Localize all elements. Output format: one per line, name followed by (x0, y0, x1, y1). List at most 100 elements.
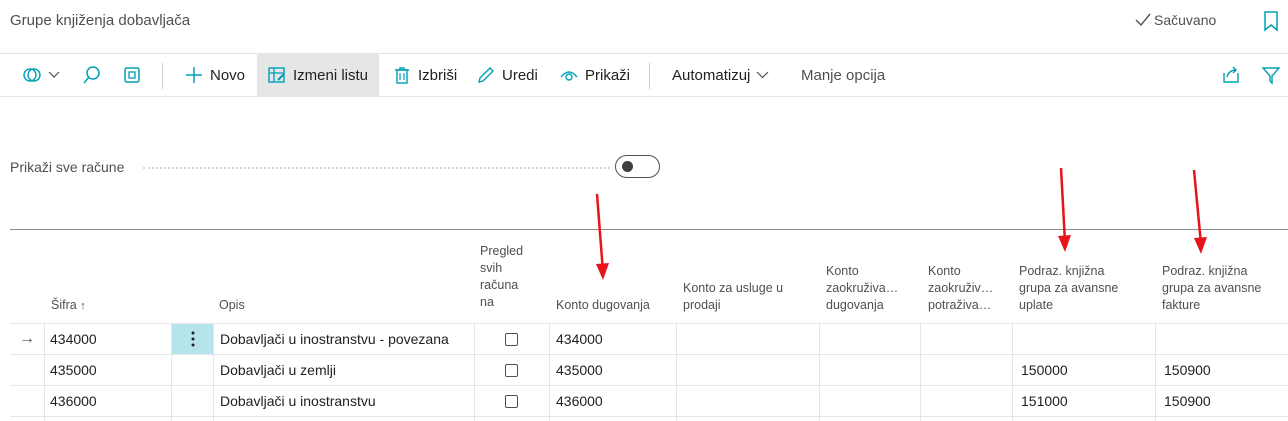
section-divider (10, 229, 1288, 230)
sort-ascending-icon: ↑ (80, 300, 86, 312)
cell-description[interactable]: Dobavljači u inostranstvu (220, 393, 376, 409)
cell-description[interactable]: Dobavljači u zemlji (220, 362, 336, 378)
chevron-down-icon (756, 71, 769, 79)
col-header-rounding-debit[interactable]: Konto zaokruživa… dugovanja (826, 263, 898, 314)
grid-line (10, 385, 1288, 386)
open-in-window-button[interactable] (122, 54, 142, 96)
col-header-view-all-line: računa (480, 278, 519, 292)
share-icon (1223, 66, 1239, 83)
edit-button[interactable]: Uredi (476, 54, 538, 96)
grid-line (1155, 324, 1156, 421)
col-header-prepay-invoice-line: grupa za avansne (1162, 281, 1262, 295)
checkmark-icon (1135, 13, 1151, 27)
people-switch-icon (23, 68, 41, 82)
col-header-view-all-line: Pregled (480, 244, 524, 258)
fewer-options-button[interactable]: Manje opcija (801, 54, 885, 96)
cell-prepay-payment[interactable]: 151000 (1021, 393, 1068, 409)
toolbar-separator (162, 63, 163, 89)
open-window-icon (124, 67, 140, 83)
field-leader-dots (143, 167, 610, 169)
automate-menu-button[interactable]: Automatizuj (672, 54, 769, 96)
col-header-view-all[interactable]: Pregled svih računa na (480, 243, 523, 311)
show-all-accounts-label: Prikaži sve račune (10, 159, 125, 175)
saved-status: Sačuvano (1135, 12, 1216, 28)
current-row-arrow-icon: → (19, 330, 35, 347)
automate-label: Automatizuj (672, 66, 751, 84)
new-label: Novo (210, 66, 246, 84)
col-header-rounding-debit-line: Konto (826, 264, 859, 278)
toggle-knob (622, 161, 633, 172)
plus-icon (186, 67, 202, 83)
annotation-arrow-icon (1192, 169, 1207, 254)
col-header-prepay-payment-line: uplate (1019, 298, 1054, 312)
delete-button[interactable]: Izbriši (392, 54, 457, 96)
cell-code[interactable]: 435000 (50, 362, 97, 378)
grid-line (549, 324, 550, 421)
col-header-rounding-credit-line: Konto (928, 264, 961, 278)
cell-payables[interactable]: 436000 (556, 393, 603, 409)
grid-line (676, 324, 677, 421)
grid-line (920, 324, 921, 421)
col-header-description[interactable]: Opis (219, 297, 245, 314)
grid-line (10, 416, 1288, 417)
edit-list-label: Izmeni listu (293, 66, 369, 84)
share-button[interactable] (1221, 54, 1241, 96)
cell-code[interactable]: 436000 (50, 393, 97, 409)
fewer-options-label: Manje opcija (801, 66, 886, 84)
col-header-rounding-credit[interactable]: Konto zaokruživ… potraživa… (928, 263, 993, 314)
cell-code[interactable]: 434000 (50, 331, 97, 347)
row-actions-button[interactable] (172, 324, 213, 354)
col-header-code-label: Šifra (51, 298, 77, 312)
col-header-prepay-payment-line: grupa za avansne (1019, 281, 1119, 295)
view-button[interactable]: Prikaži (559, 54, 630, 96)
toolbar-separator (649, 63, 650, 89)
annotation-arrow-icon (1058, 167, 1071, 252)
search-button[interactable] (82, 54, 102, 96)
more-vertical-icon (191, 331, 194, 347)
page-title: Grupe knjiženja dobavljača (10, 12, 191, 29)
grid-line (1012, 324, 1013, 421)
eye-icon (560, 71, 578, 81)
cell-prepay-payment[interactable]: 150000 (1021, 362, 1068, 378)
show-all-accounts-toggle[interactable] (615, 155, 660, 178)
col-header-prepay-payment[interactable]: Podraz. knjižna grupa za avansne uplate (1019, 263, 1118, 314)
filter-icon (1261, 67, 1281, 85)
cell-view-all-checkbox[interactable] (505, 333, 518, 346)
cell-description[interactable]: Dobavljači u inostranstvu - povezana (220, 331, 449, 347)
title-bar: Grupe knjiženja dobavljača Sačuvano (0, 0, 1288, 44)
bookmark-icon[interactable] (1262, 10, 1280, 32)
cell-view-all-checkbox[interactable] (505, 364, 518, 377)
edit-list-icon (268, 67, 285, 83)
grid-line (10, 354, 1288, 355)
cell-prepay-invoice[interactable]: 150900 (1164, 393, 1211, 409)
col-header-rounding-debit-line: zaokruživa… (826, 281, 899, 295)
edit-list-button[interactable]: Izmeni listu (257, 54, 379, 96)
cell-payables[interactable]: 435000 (556, 362, 603, 378)
col-header-prepay-payment-line: Podraz. knjižna (1019, 264, 1105, 278)
col-header-payables[interactable]: Konto dugovanja (556, 297, 650, 314)
col-header-service-charge-line: Konto za usluge u (683, 281, 784, 295)
grid-line (213, 324, 214, 421)
search-icon (83, 66, 100, 84)
new-button[interactable]: Novo (184, 54, 245, 96)
cell-view-all-checkbox[interactable] (505, 395, 518, 408)
annotation-arrow-icon (595, 193, 609, 280)
col-header-code[interactable]: Šifra ↑ (51, 297, 86, 315)
cell-prepay-invoice[interactable]: 150900 (1164, 362, 1211, 378)
col-header-service-charge[interactable]: Konto za usluge u prodaji (683, 280, 783, 314)
grid-line (44, 324, 45, 421)
edit-label: Uredi (502, 66, 538, 84)
filter-button[interactable] (1261, 54, 1281, 96)
col-header-rounding-credit-line: potraživa… (928, 298, 992, 312)
cell-payables[interactable]: 434000 (556, 331, 603, 347)
col-header-prepay-invoice[interactable]: Podraz. knjižna grupa za avansne fakture (1162, 263, 1261, 314)
col-header-rounding-debit-line: dugovanja (826, 298, 884, 312)
grid-line (819, 324, 820, 421)
edit-in-excel-button[interactable] (22, 54, 60, 96)
trash-icon (395, 67, 409, 84)
pencil-icon (478, 67, 494, 83)
grid-line (474, 324, 475, 421)
saved-label: Sačuvano (1154, 12, 1217, 28)
col-header-view-all-line: na (480, 295, 494, 309)
action-bar: Novo Izmeni listu Izbriši Uredi Prikaži … (0, 53, 1288, 97)
